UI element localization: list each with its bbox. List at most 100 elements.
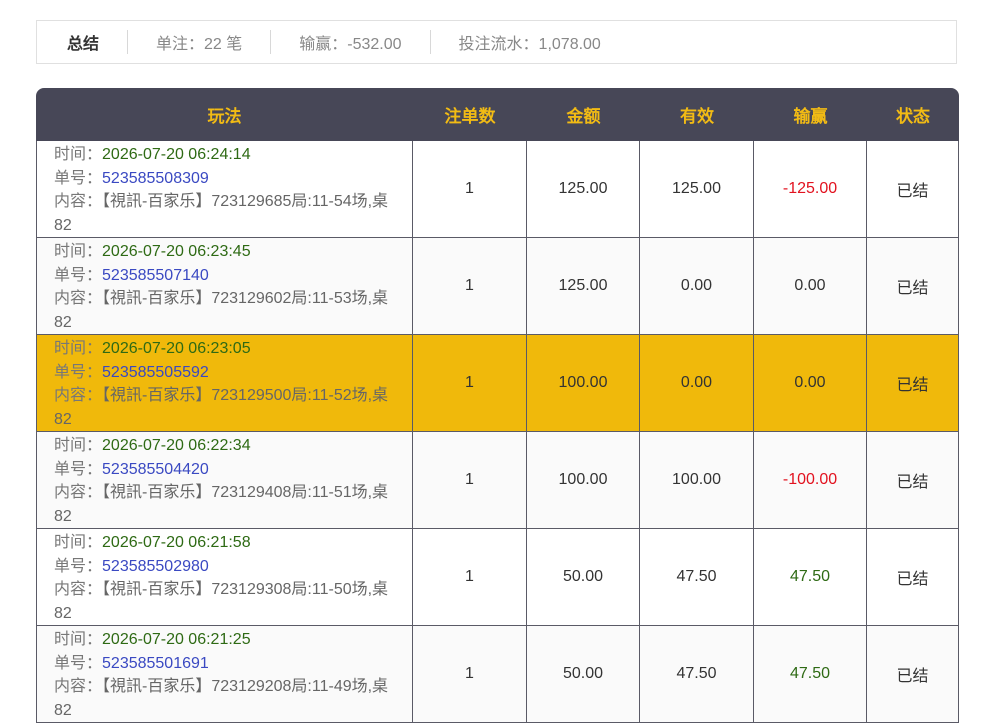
bet-status-cell: 已结 [867, 626, 959, 723]
time-label: 时间： [54, 146, 103, 163]
bet-content-line: 内容：【視訊-百家乐】723129500局:11-52场,桌82 [54, 384, 404, 431]
bet-content: 【視訊-百家乐】723129408局:11-51场,桌82 [54, 484, 389, 525]
order-number-link[interactable]: 523585501691 [102, 655, 209, 672]
bet-valid-cell: 100.00 [640, 432, 754, 529]
order-label: 单号： [54, 169, 103, 187]
bet-info-cell: 时间：2026-07-20 06:21:25 单号：523585501691 内容：… [36, 626, 413, 723]
content-label: 内容： [54, 678, 103, 695]
bet-content: 【視訊-百家乐】723129208局:11-49场,桌82 [54, 678, 389, 719]
bet-time-line: 时间：2026-07-20 06:23:05 [54, 337, 404, 361]
bet-content: 【視訊-百家乐】723129308局:11-50场,桌82 [54, 581, 389, 622]
bet-winloss-cell: 47.50 [754, 626, 867, 723]
bet-time: 2026-07-20 06:22:34 [102, 437, 251, 454]
bet-time-line: 时间：2026-07-20 06:21:58 [54, 531, 404, 555]
bet-winloss-cell: 47.50 [754, 529, 867, 626]
column-header-amount: 金额 [527, 88, 640, 141]
bet-content: 【視訊-百家乐】723129602局:11-53场,桌82 [54, 290, 389, 331]
bet-count-cell: 1 [413, 529, 527, 626]
bet-valid-cell: 47.50 [640, 626, 754, 723]
bet-records-table: 玩法 注单数 金额 有效 输赢 状态 时间：2026-07-20 06:24:1… [36, 88, 959, 723]
bet-order-line: 单号：523585508309 [54, 167, 404, 191]
bet-count-cell: 1 [413, 335, 527, 432]
content-label: 内容： [54, 387, 103, 404]
table-row[interactable]: 时间：2026-07-20 06:22:34 单号：523585504420 内容：… [36, 432, 959, 529]
bet-count-cell: 1 [413, 238, 527, 335]
bet-order-line: 单号：523585505592 [54, 361, 404, 385]
bet-amount-cell: 125.00 [527, 238, 640, 335]
bet-valid-cell: 47.50 [640, 529, 754, 626]
bet-content-line: 内容：【視訊-百家乐】723129408局:11-51场,桌82 [54, 481, 404, 528]
summary-bets: 单注：22 笔 [128, 30, 272, 54]
bet-count-cell: 1 [413, 141, 527, 238]
summary-turnover: 投注流水：1,078.00 [458, 36, 601, 53]
bet-content-line: 内容：【視訊-百家乐】723129308局:11-50场,桌82 [54, 578, 404, 625]
order-number-link[interactable]: 523585508309 [102, 170, 209, 187]
bet-status-cell: 已结 [867, 529, 959, 626]
order-label: 单号： [54, 557, 103, 575]
bet-winloss-cell: -100.00 [754, 432, 867, 529]
content-label: 内容： [54, 193, 103, 210]
bet-status-cell: 已结 [867, 432, 959, 529]
bet-time: 2026-07-20 06:24:14 [102, 146, 251, 163]
order-label: 单号： [54, 654, 103, 672]
table-row[interactable]: 时间：2026-07-20 06:24:14 单号：523585508309 内容：… [36, 141, 959, 238]
content-label: 内容： [54, 484, 103, 501]
column-header-status: 状态 [867, 88, 959, 141]
time-label: 时间： [54, 243, 103, 260]
bet-time: 2026-07-20 06:21:25 [102, 631, 251, 648]
summary-bar: 总结 单注：22 笔 输赢：-532.00 投注流水：1,078.00 [36, 20, 957, 64]
order-label: 单号： [54, 363, 103, 381]
bet-amount-cell: 50.00 [527, 626, 640, 723]
bet-content-line: 内容：【視訊-百家乐】723129208局:11-49场,桌82 [54, 675, 404, 722]
table-row[interactable]: 时间：2026-07-20 06:23:45 单号：523585507140 内容：… [36, 238, 959, 335]
bet-content: 【視訊-百家乐】723129500局:11-52场,桌82 [54, 387, 389, 428]
bet-order-line: 单号：523585504420 [54, 458, 404, 482]
content-label: 内容： [54, 290, 103, 307]
bet-content: 【視訊-百家乐】723129685局:11-54场,桌82 [54, 193, 389, 234]
bet-info-cell: 时间：2026-07-20 06:24:14 单号：523585508309 内容：… [36, 141, 413, 238]
order-number-link[interactable]: 523585502980 [102, 558, 209, 575]
table-row[interactable]: 时间：2026-07-20 06:21:58 单号：523585502980 内容：… [36, 529, 959, 626]
bet-time: 2026-07-20 06:23:05 [102, 340, 251, 357]
bet-content-line: 内容：【視訊-百家乐】723129685局:11-54场,桌82 [54, 190, 404, 237]
bet-amount-cell: 50.00 [527, 529, 640, 626]
column-header-winloss: 输赢 [754, 88, 867, 141]
bet-order-line: 单号：523585502980 [54, 555, 404, 579]
bet-winloss-cell: 0.00 [754, 238, 867, 335]
column-header-valid: 有效 [640, 88, 754, 141]
bet-valid-cell: 0.00 [640, 335, 754, 432]
bet-time: 2026-07-20 06:23:45 [102, 243, 251, 260]
bet-amount-cell: 125.00 [527, 141, 640, 238]
table-row[interactable]: 时间：2026-07-20 06:21:25 单号：523585501691 内容：… [36, 626, 959, 723]
bet-order-line: 单号：523585507140 [54, 264, 404, 288]
order-label: 单号： [54, 460, 103, 478]
bet-info-cell: 时间：2026-07-20 06:21:58 单号：523585502980 内容：… [36, 529, 413, 626]
bet-time-line: 时间：2026-07-20 06:24:14 [54, 143, 404, 167]
order-label: 单号： [54, 266, 103, 284]
bet-time: 2026-07-20 06:21:58 [102, 534, 251, 551]
order-number-link[interactable]: 523585507140 [102, 267, 209, 284]
bet-status-cell: 已结 [867, 141, 959, 238]
column-header-game: 玩法 [36, 88, 413, 141]
table-row[interactable]: 时间：2026-07-20 06:23:05 单号：523585505592 内容：… [36, 335, 959, 432]
bet-count-cell: 1 [413, 432, 527, 529]
bet-content-line: 内容：【視訊-百家乐】723129602局:11-53场,桌82 [54, 287, 404, 334]
bet-amount-cell: 100.00 [527, 432, 640, 529]
time-label: 时间： [54, 534, 103, 551]
bet-time-line: 时间：2026-07-20 06:23:45 [54, 240, 404, 264]
summary-winloss: 输赢：-532.00 [271, 30, 431, 54]
time-label: 时间： [54, 340, 103, 357]
bet-valid-cell: 0.00 [640, 238, 754, 335]
bet-count-cell: 1 [413, 626, 527, 723]
bet-status-cell: 已结 [867, 238, 959, 335]
bet-status-cell: 已结 [867, 335, 959, 432]
order-number-link[interactable]: 523585504420 [102, 461, 209, 478]
time-label: 时间： [54, 437, 103, 454]
bet-amount-cell: 100.00 [527, 335, 640, 432]
summary-title: 总结 [37, 30, 129, 54]
order-number-link[interactable]: 523585505592 [102, 364, 209, 381]
table-header-row: 玩法 注单数 金额 有效 输赢 状态 [36, 88, 959, 141]
time-label: 时间： [54, 631, 103, 648]
column-header-count: 注单数 [413, 88, 527, 141]
bet-time-line: 时间：2026-07-20 06:21:25 [54, 628, 404, 652]
